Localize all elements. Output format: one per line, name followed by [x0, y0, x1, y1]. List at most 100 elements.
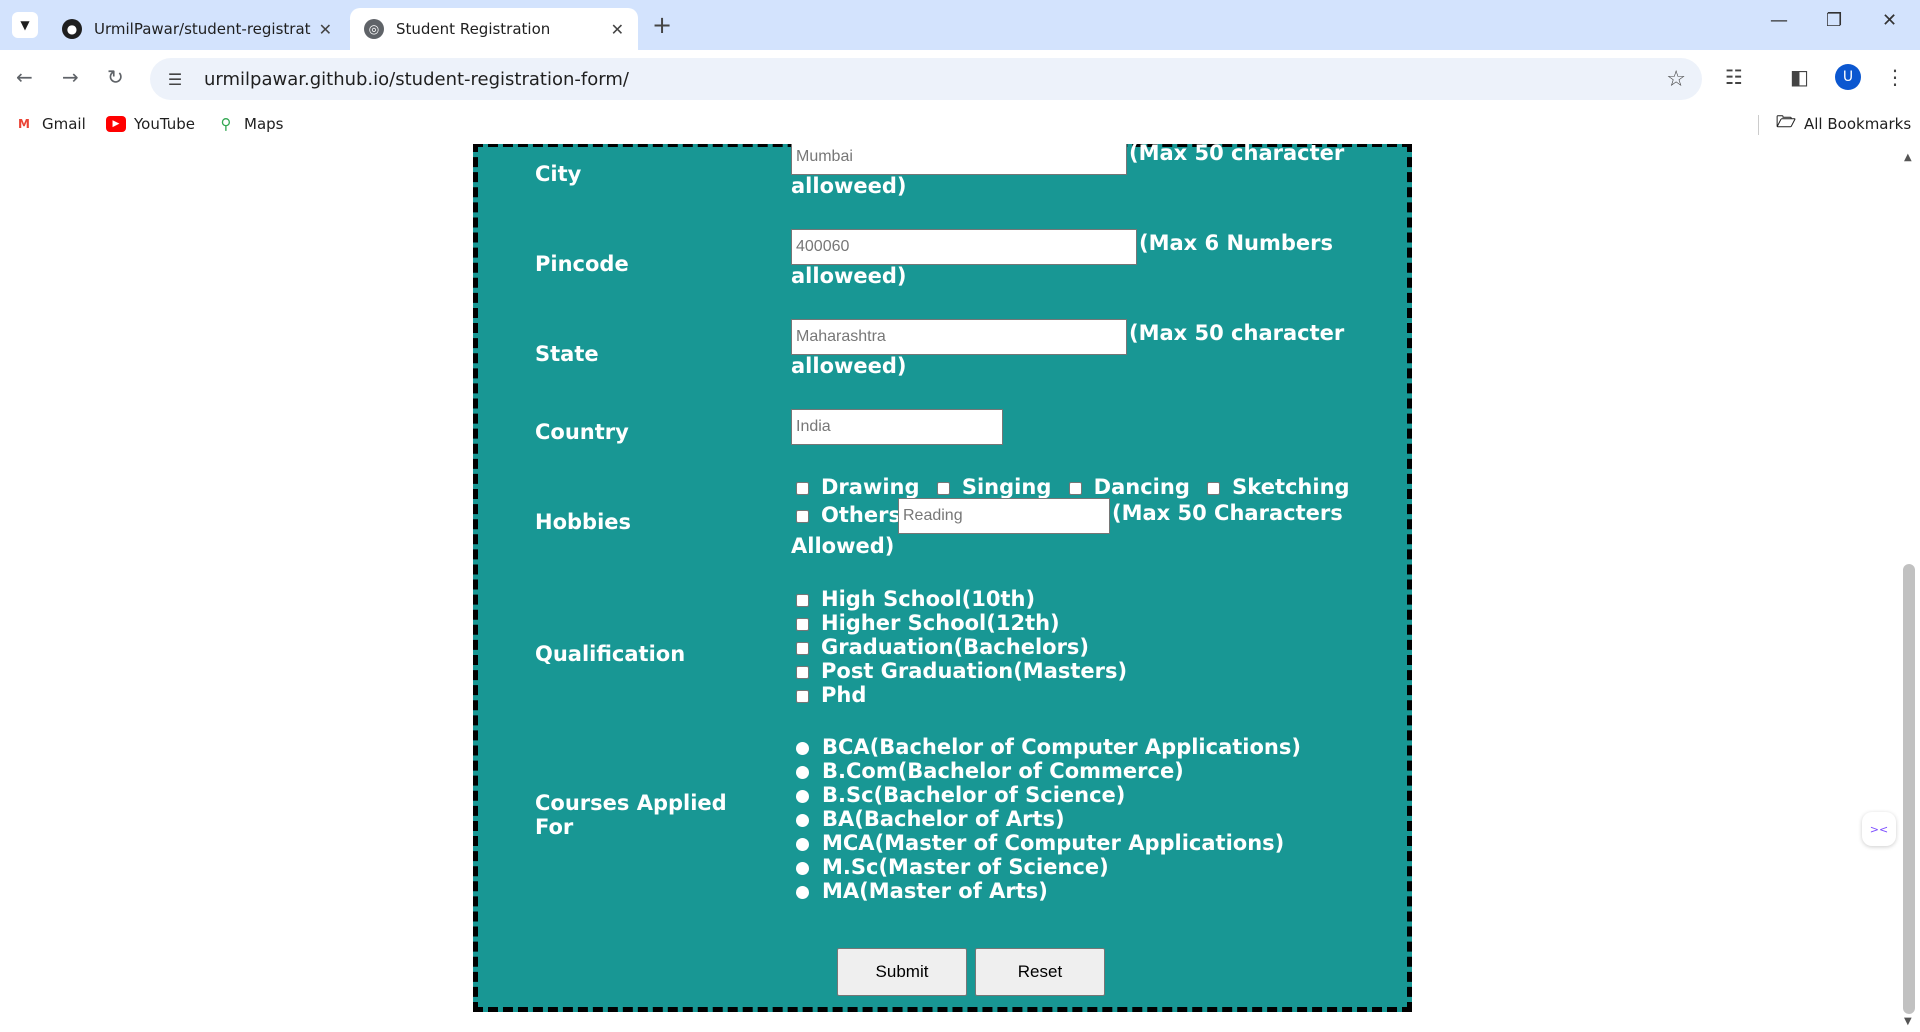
hobby-label: Sketching [1232, 475, 1350, 499]
hobbies-note: (Max 50 Characters [1112, 501, 1343, 525]
new-tab-button[interactable]: + [652, 12, 672, 38]
browser-toolbar: ← → ↻ ☰ urmilpawar.github.io/student-reg… [0, 50, 1920, 106]
qualification-checkbox[interactable] [796, 617, 809, 631]
qualification-option: Post Graduation(Masters) [796, 659, 1127, 683]
scrollbar-thumb[interactable] [1903, 564, 1915, 1014]
tab-search-button[interactable]: ▼ [12, 12, 38, 38]
qualification-option: Phd [796, 683, 1127, 707]
courses-label: Courses Applied [535, 791, 727, 815]
courses-options: BCA(Bachelor of Computer Applications) B… [796, 735, 1301, 903]
course-option-label: M.Sc(Master of Science) [822, 855, 1109, 879]
extension-sidebar-icon[interactable]: >< [1862, 812, 1896, 846]
city-input[interactable]: Mumbai [791, 144, 1127, 175]
course-option-label: B.Sc(Bachelor of Science) [822, 783, 1126, 807]
extensions-icon[interactable]: ☷ [1725, 65, 1743, 89]
site-info-icon[interactable]: ☰ [164, 70, 186, 89]
course-option: B.Sc(Bachelor of Science) [796, 783, 1301, 807]
back-button[interactable]: ← [16, 65, 33, 89]
hobby-label: Drawing [821, 475, 920, 499]
bookmarks-divider [1758, 115, 1759, 135]
country-input[interactable]: India [791, 409, 1003, 445]
country-label: Country [535, 420, 629, 444]
tab-student-registration[interactable]: ◎ Student Registration ✕ [350, 8, 638, 50]
page-viewport: City Mumbai (Max 50 character alloweed) … [0, 144, 1898, 1032]
scroll-up-arrow-icon[interactable]: ▲ [1904, 152, 1912, 163]
course-radio[interactable] [796, 741, 809, 755]
course-option: BA(Bachelor of Arts) [796, 807, 1301, 831]
globe-icon: ◎ [364, 19, 384, 39]
course-radio[interactable] [796, 765, 809, 779]
qualification-checkbox[interactable] [796, 593, 809, 607]
hobby-label: Dancing [1093, 475, 1190, 499]
submit-button[interactable]: Submit [837, 948, 967, 996]
state-note: (Max 50 character [1129, 321, 1345, 345]
hobby-others-input[interactable]: Reading [898, 498, 1110, 534]
side-panel-icon[interactable]: ◧ [1790, 65, 1809, 89]
all-bookmarks-button[interactable]: 🗁 All Bookmarks [1776, 111, 1911, 134]
qualification-option: Graduation(Bachelors) [796, 635, 1127, 659]
course-option-label: B.Com(Bachelor of Commerce) [822, 759, 1184, 783]
course-option: BCA(Bachelor of Computer Applications) [796, 735, 1301, 759]
hobby-label: Others [821, 503, 901, 527]
hobby-checkbox-singing[interactable] [936, 481, 950, 495]
course-radio[interactable] [796, 789, 809, 803]
pincode-label: Pincode [535, 252, 629, 276]
state-input[interactable]: Maharashtra [791, 319, 1127, 355]
scroll-down-arrow-icon[interactable]: ▼ [1904, 1016, 1912, 1027]
tab-github[interactable]: ● UrmilPawar/student-registratio ✕ [48, 8, 346, 50]
qualification-checkbox[interactable] [796, 665, 809, 679]
course-option-label: MA(Master of Arts) [822, 879, 1048, 903]
tab-bar: ▼ ● UrmilPawar/student-registratio ✕ ◎ S… [0, 0, 1920, 50]
pincode-input[interactable]: 400060 [791, 229, 1137, 265]
close-icon[interactable]: ✕ [319, 20, 332, 39]
chevron-down-icon: ▼ [20, 18, 30, 32]
course-option: B.Com(Bachelor of Commerce) [796, 759, 1301, 783]
hobby-label: Singing [961, 475, 1052, 499]
page-scrollbar[interactable]: ▲ ▼ [1898, 144, 1920, 1032]
tab-title: UrmilPawar/student-registratio [94, 20, 311, 38]
course-option-label: BCA(Bachelor of Computer Applications) [822, 735, 1301, 759]
bookmarks-bar: M Gmail ▶ YouTube ⚲ Maps 🗁 All Bookmarks [0, 106, 1920, 144]
hobby-checkbox-dancing[interactable] [1068, 481, 1082, 495]
bookmark-label: Gmail [42, 115, 86, 133]
hobby-checkbox-sketching[interactable] [1207, 481, 1221, 495]
youtube-icon: ▶ [106, 116, 126, 132]
courses-label-cont: For [535, 815, 574, 839]
qualification-checkbox[interactable] [796, 689, 809, 703]
bookmark-gmail[interactable]: M Gmail [14, 115, 86, 133]
bookmark-youtube[interactable]: ▶ YouTube [106, 115, 195, 133]
city-label: City [535, 162, 582, 186]
course-radio[interactable] [796, 861, 809, 875]
close-window-button[interactable]: ✕ [1882, 10, 1897, 31]
bookmark-star-icon[interactable]: ☆ [1666, 67, 1686, 92]
address-bar[interactable]: ☰ urmilpawar.github.io/student-registrat… [150, 58, 1702, 100]
folder-icon: 🗁 [1776, 111, 1796, 131]
hobbies-note-cont: Allowed) [791, 534, 895, 558]
hobbies-label: Hobbies [535, 510, 632, 534]
gmail-icon: M [18, 117, 30, 131]
profile-avatar[interactable]: U [1835, 64, 1861, 90]
url-text[interactable]: urmilpawar.github.io/student-registratio… [204, 69, 1666, 90]
course-option: MA(Master of Arts) [796, 879, 1301, 903]
menu-icon[interactable]: ⋮ [1885, 65, 1905, 89]
restore-button[interactable]: ❐ [1826, 10, 1842, 31]
course-radio[interactable] [796, 885, 809, 899]
qualification-checkbox[interactable] [796, 641, 809, 655]
course-radio[interactable] [796, 813, 809, 827]
hobbies-options-row: Drawing Singing Dancing Sketching [796, 475, 1350, 499]
bookmark-maps[interactable]: ⚲ Maps [216, 115, 284, 133]
qualification-option-label: Phd [821, 683, 867, 707]
state-note-cont: alloweed) [791, 354, 907, 378]
hobby-checkbox-others[interactable] [796, 509, 809, 523]
pincode-note: (Max 6 Numbers [1139, 231, 1333, 255]
course-radio[interactable] [796, 837, 809, 851]
course-option-label: BA(Bachelor of Arts) [822, 807, 1065, 831]
forward-button[interactable]: → [62, 65, 79, 89]
reload-button[interactable]: ↻ [107, 65, 124, 89]
hobby-checkbox-drawing[interactable] [796, 481, 809, 495]
minimize-button[interactable]: — [1770, 10, 1788, 31]
bookmark-label: YouTube [134, 115, 195, 133]
reset-button[interactable]: Reset [975, 948, 1105, 996]
close-icon[interactable]: ✕ [611, 20, 624, 39]
qualification-options: High School(10th) Higher School(12th) Gr… [796, 587, 1127, 707]
